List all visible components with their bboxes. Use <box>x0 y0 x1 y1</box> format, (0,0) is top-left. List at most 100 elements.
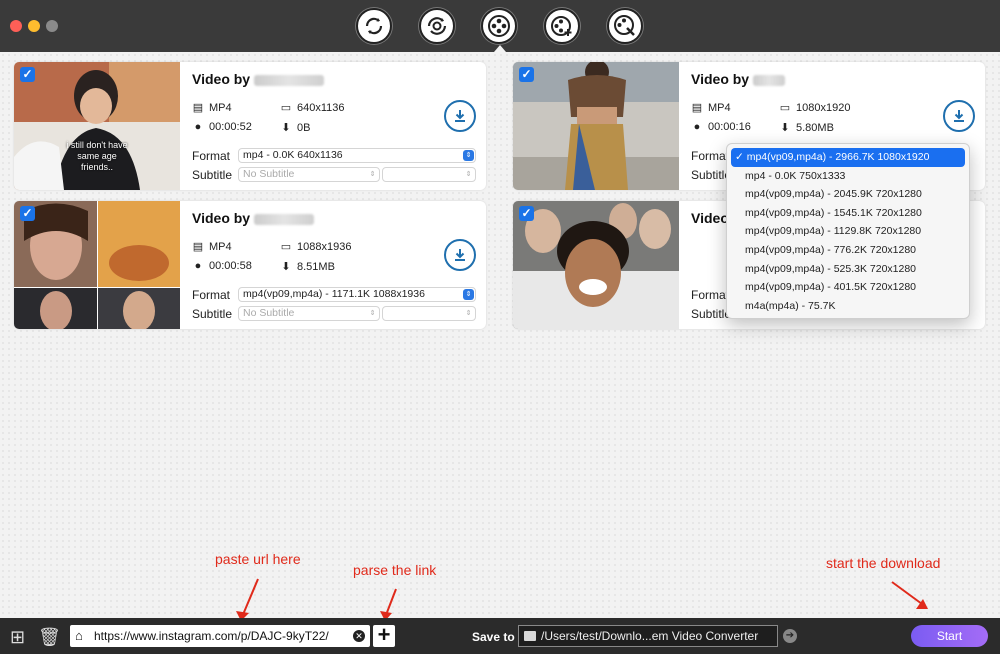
refresh-convert-tool-button[interactable] <box>419 8 455 44</box>
format-type: ▤ MP4 <box>691 101 731 115</box>
select-checkbox[interactable]: ✓ <box>519 206 534 221</box>
format-option[interactable]: m4a(mp4a) - 75.7K <box>731 297 965 316</box>
video-title: Video by <box>691 71 786 87</box>
video-title: Video by <box>192 210 315 226</box>
format-label: Format <box>691 288 730 302</box>
video-thumbnail[interactable] <box>513 62 679 190</box>
active-tool-pointer <box>494 45 506 52</box>
select-chevron-icon: ⇕ <box>369 310 376 317</box>
subtitle-select[interactable]: No Subtitle ⇕ <box>238 167 380 182</box>
file-size: ⬇ 5.80MB <box>780 121 834 135</box>
file-size: ⬇ 0B <box>281 121 311 135</box>
format-type: ▤ MP4 <box>192 101 232 115</box>
save-to-label: Save to <box>472 630 515 644</box>
annotation-start: start the download <box>826 555 941 571</box>
open-folder-arrow-icon[interactable]: ➔ <box>783 629 797 643</box>
blurred-username <box>254 74 325 86</box>
select-chevron-icon: ⇕ <box>463 150 474 161</box>
format-option[interactable]: mp4(vp09,mp4a) - 1129.8K 720x1280 <box>731 222 965 241</box>
select-chevron-icon: ⇕ <box>465 310 472 317</box>
format-option[interactable]: mp4(vp09,mp4a) - 776.2K 720x1280 <box>731 241 965 260</box>
save-path-field[interactable]: /Users/test/Downlo...em Video Converter <box>518 625 778 647</box>
video-title: Video by <box>192 71 325 87</box>
blurred-username <box>254 213 315 225</box>
film-add-tool-button[interactable] <box>544 8 580 44</box>
select-checkbox[interactable]: ✓ <box>519 67 534 82</box>
format-option[interactable]: mp4(vp09,mp4a) - 1545.1K 720x1280 <box>731 204 965 223</box>
window-close-button[interactable] <box>10 20 22 32</box>
format-label: Format <box>192 288 231 302</box>
select-chevron-icon: ⇕ <box>465 171 472 178</box>
subtitle-label: Subtitle <box>192 307 233 321</box>
format-option[interactable]: mp4(vp09,mp4a) - 525.3K 720x1280 <box>731 260 965 279</box>
download-arrow-icon <box>455 110 465 122</box>
format-option[interactable]: mp4(vp09,mp4a) - 401.5K 720x1280 <box>731 278 965 297</box>
annotation-paste: paste url here <box>215 551 301 567</box>
film-icon: ▤ <box>192 102 204 114</box>
format-dropdown-menu: ✓ mp4(vp09,mp4a) - 2966.7K 1080x1920 mp4… <box>726 143 970 319</box>
video-download-tool-button[interactable] <box>481 8 517 44</box>
clear-url-icon[interactable]: ✕ <box>353 630 365 642</box>
select-checkbox[interactable]: ✓ <box>20 67 35 82</box>
monitor-icon: ▭ <box>779 102 791 114</box>
format-label: Format <box>192 149 231 163</box>
select-chevron-icon: ⇕ <box>369 171 376 178</box>
duration: ● 00:00:52 <box>192 121 252 133</box>
monitor-icon: ▭ <box>280 241 292 253</box>
download-size-icon: ⬇ <box>281 261 291 273</box>
subtitle-language-select[interactable]: ⇕ <box>382 306 476 321</box>
trash-icon[interactable]: 🗑 <box>38 627 61 648</box>
clock-icon: ● <box>693 121 701 133</box>
window-zoom-button[interactable] <box>46 20 58 32</box>
window-minimize-button[interactable] <box>28 20 40 32</box>
add-icon[interactable]: ⊞ <box>10 627 25 648</box>
subtitle-select[interactable]: No Subtitle ⇕ <box>238 306 380 321</box>
video-thumbnail[interactable] <box>14 201 180 329</box>
video-card: ✓ Video by ▤ MP4 ▭ 1088x1936 ● 00:00:58 ⬇ 8.… <box>14 201 486 329</box>
format-option[interactable]: mp4(vp09,mp4a) - 2045.9K 720x1280 <box>731 185 965 204</box>
resolution: ▭ 1080x1920 <box>779 101 851 115</box>
blurred-username <box>753 74 786 86</box>
refresh-convert-icon <box>427 17 447 35</box>
url-input[interactable]: ⌂ https://www.instagram.com/p/DAJC-9kyT2… <box>70 625 370 647</box>
format-option[interactable]: ✓ mp4(vp09,mp4a) - 2966.7K 1080x1920 <box>731 148 965 167</box>
film-reel-icon <box>488 15 510 37</box>
format-option[interactable]: mp4 - 0.0K 750x1333 <box>731 167 965 186</box>
start-button[interactable]: Start <box>911 625 988 647</box>
video-thumbnail[interactable]: i still don't have same age friends.. <box>14 62 180 190</box>
download-button[interactable] <box>943 100 975 132</box>
film-icon: ▤ <box>192 241 204 253</box>
film-icon: ▤ <box>691 102 703 114</box>
parse-link-button[interactable]: + <box>373 624 395 647</box>
title-bar <box>0 0 1000 52</box>
download-arrow-icon <box>954 110 964 122</box>
download-arrow-icon <box>455 249 465 261</box>
clock-icon: ● <box>194 260 202 272</box>
format-type: ▤ MP4 <box>192 240 232 254</box>
annotation-parse: parse the link <box>353 562 437 578</box>
download-button[interactable] <box>444 239 476 271</box>
download-size-icon: ⬇ <box>780 122 790 134</box>
format-select[interactable]: mp4(vp09,mp4a) - 1171.1K 1088x1936 ⇕ <box>238 287 476 302</box>
clock-icon: ● <box>194 121 202 133</box>
subtitle-label: Subtitle <box>192 168 233 182</box>
thumbnail-caption: i still don't have same age friends.. <box>66 140 128 172</box>
resolution: ▭ 640x1136 <box>280 101 345 115</box>
video-list-area: i still don't have same age friends.. ✓ V… <box>0 52 1000 618</box>
select-checkbox[interactable]: ✓ <box>20 206 35 221</box>
resolution: ▭ 1088x1936 <box>280 240 352 254</box>
convert-tool-button[interactable] <box>356 8 392 44</box>
video-thumbnail[interactable] <box>513 201 679 329</box>
subtitle-language-select[interactable]: ⇕ <box>382 167 476 182</box>
format-label: Format <box>691 149 730 163</box>
film-tools-icon <box>614 15 635 36</box>
format-select[interactable]: mp4 - 0.0K 640x1136 ⇕ <box>238 148 476 163</box>
download-button[interactable] <box>444 100 476 132</box>
file-size: ⬇ 8.51MB <box>281 260 335 274</box>
annotation-arrow-icon <box>891 581 928 609</box>
folder-icon <box>524 631 536 641</box>
film-tools-tool-button[interactable] <box>607 8 643 44</box>
film-add-icon <box>551 16 572 36</box>
convert-icon <box>365 17 383 35</box>
duration: ● 00:00:58 <box>192 260 252 272</box>
